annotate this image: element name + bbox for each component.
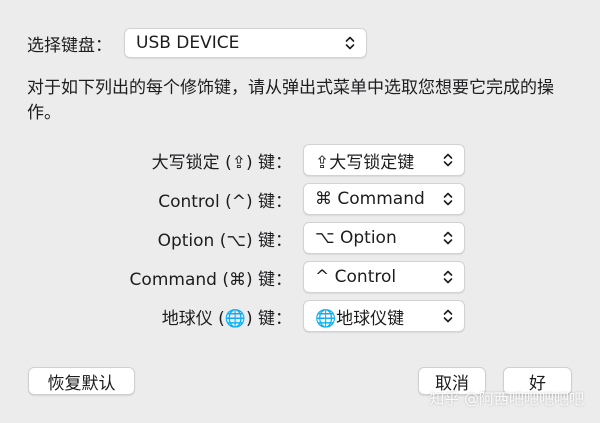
modifier-popup-globe[interactable]: 🌐地球仪键 [303,300,465,332]
chevron-up-down-icon [441,152,455,168]
modifier-label: 大写锁定 (⇪) 键： [151,152,292,173]
modifier-label: Control (^) 键： [158,191,292,212]
modifier-popup-command[interactable]: ^ Control [303,261,465,293]
chevron-up-down-icon [441,191,455,207]
keyboard-select-value: USB DEVICE [136,33,240,53]
modifier-popup-option[interactable]: ⌥ Option [303,222,465,254]
modifier-row-globe: 地球仪 (🌐) 键： 🌐地球仪键 [0,300,600,332]
modifier-row-command: Command (⌘) 键： ^ Control [0,261,600,293]
modifier-row-caps-lock: 大写锁定 (⇪) 键： ⇪大写锁定键 [0,144,600,176]
modifier-popup-control[interactable]: ⌘ Command [303,183,465,215]
modifier-label: 地球仪 (🌐) 键： [161,308,292,329]
instructions-text: 对于如下列出的每个修饰键，请从弹出式菜单中选取您想要它完成的操作。 [27,78,554,123]
cancel-button[interactable]: 取消 [418,367,486,395]
modifier-value: ⌘ Command [315,189,425,209]
keyboard-select-row: 选择键盘： USB DEVICE [27,28,367,58]
modifier-value: ⌥ Option [315,228,397,248]
keyboard-select-label: 选择键盘： [27,35,112,56]
modifier-label: Command (⌘) 键： [129,269,292,290]
modifier-value: 🌐地球仪键 [315,308,405,329]
restore-defaults-button[interactable]: 恢复默认 [28,367,135,395]
modifier-label: Option (⌥) 键： [157,230,292,251]
chevron-up-down-icon [441,230,455,246]
chevron-up-down-icon [343,35,357,51]
modifier-popup-caps-lock[interactable]: ⇪大写锁定键 [303,144,465,176]
chevron-up-down-icon [441,269,455,285]
modifier-row-option: Option (⌥) 键： ⌥ Option [0,222,600,254]
modifier-value: ^ Control [315,267,397,287]
modifier-row-control: Control (^) 键： ⌘ Command [0,183,600,215]
modifier-value: ⇪大写锁定键 [315,152,415,173]
chevron-up-down-icon [441,308,455,324]
modifier-keys-sheet: 选择键盘： USB DEVICE 对于如下列出的每个修饰键，请从弹出式菜单中选取… [0,0,600,423]
keyboard-select-popup[interactable]: USB DEVICE [124,28,367,58]
ok-button[interactable]: 好 [503,367,572,395]
